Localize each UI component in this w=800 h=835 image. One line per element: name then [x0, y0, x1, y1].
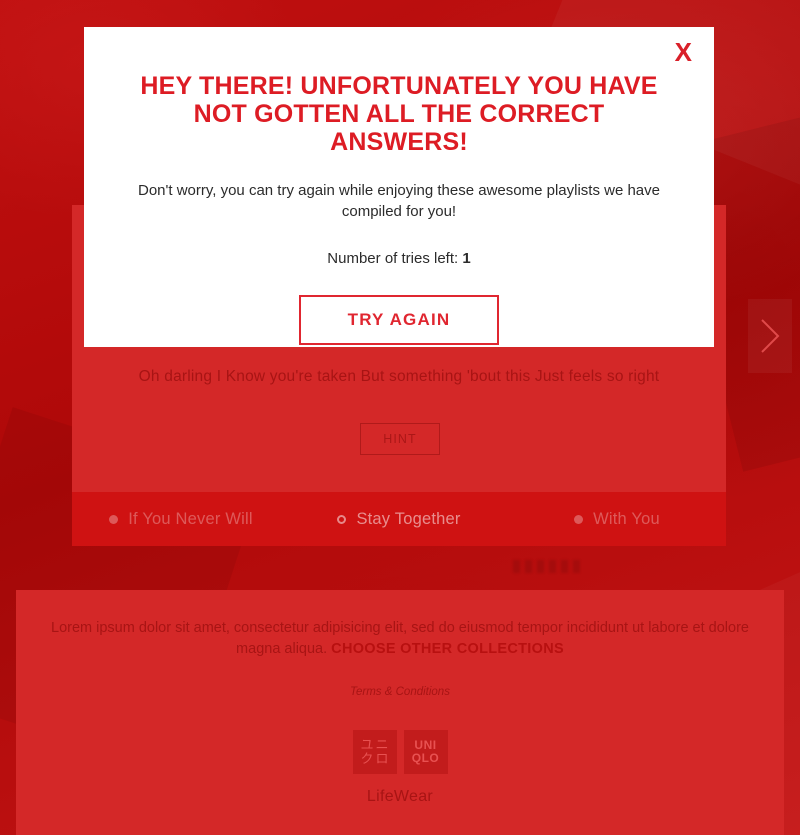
answer-option-1[interactable]: Stay Together: [290, 510, 508, 529]
katakana-char: ロ: [375, 751, 389, 767]
radio-selected-icon: [337, 514, 347, 524]
radio-icon: [109, 514, 119, 524]
tries-left-value: 1: [462, 250, 471, 267]
try-again-button[interactable]: TRY AGAIN: [299, 295, 499, 345]
footer: Lorem ipsum dolor sit amet, consectetur …: [16, 590, 784, 835]
chevron-right-icon: [759, 317, 781, 355]
page-root: Oh darling I Know you're taken But somet…: [0, 0, 800, 835]
next-slide-button[interactable]: [748, 299, 792, 373]
tries-left-row: Number of tries left: 1: [84, 250, 714, 267]
modal-body-text: Don't worry, you can try again while enj…: [137, 182, 660, 220]
result-modal: X HEY THERE! UNFORTUNATELY YOU HAVE NOT …: [84, 27, 714, 347]
progress-dot: [573, 560, 580, 573]
uniqlo-logo-line2: QLO: [411, 751, 440, 765]
progress-indicator: [513, 560, 580, 573]
answer-option-label: With You: [593, 509, 660, 528]
footer-copy: Lorem ipsum dolor sit amet, consectetur …: [50, 618, 750, 660]
answer-option-label: Stay Together: [356, 509, 461, 528]
katakana-char: ク: [360, 751, 374, 767]
terms-row: Terms & Conditions: [16, 660, 784, 700]
progress-dot: [561, 560, 568, 573]
uniqlo-logo[interactable]: ユ ニ ク ロ UNI QLO: [16, 730, 784, 774]
progress-dot: [549, 560, 556, 573]
katakana-char: ニ: [375, 737, 389, 753]
progress-dot: [513, 560, 520, 573]
answer-option-0[interactable]: If You Never Will: [72, 510, 290, 529]
answer-option-2[interactable]: With You: [508, 510, 726, 529]
answer-options-bar: If You Never Will Stay Together With You: [72, 492, 726, 546]
uniqlo-logo-jp-box: ユ ニ ク ロ: [352, 730, 397, 774]
uniqlo-logo-wordmark: UNI QLO: [412, 739, 440, 765]
close-icon[interactable]: X: [667, 35, 700, 69]
progress-dot: [525, 560, 532, 573]
uniqlo-logo-katakana: ユ ニ ク ロ: [360, 739, 388, 766]
radio-icon: [574, 514, 584, 524]
modal-title: HEY THERE! UNFORTUNATELY YOU HAVE NOT GO…: [140, 72, 658, 156]
terms-and-conditions-link[interactable]: Terms & Conditions: [350, 686, 450, 698]
uniqlo-logo-en-box: UNI QLO: [403, 730, 448, 774]
lifewear-tagline: LifeWear: [366, 788, 434, 805]
tries-left-label: Number of tries left:: [327, 250, 459, 267]
progress-dot: [537, 560, 544, 573]
answer-option-label: If You Never Will: [128, 509, 253, 528]
lyrics-text: Oh darling I Know you're taken But somet…: [138, 368, 660, 385]
hint-button[interactable]: HINT: [360, 423, 440, 455]
katakana-char: ユ: [360, 737, 374, 753]
choose-other-collections-link[interactable]: CHOOSE OTHER COLLECTIONS: [331, 641, 564, 657]
